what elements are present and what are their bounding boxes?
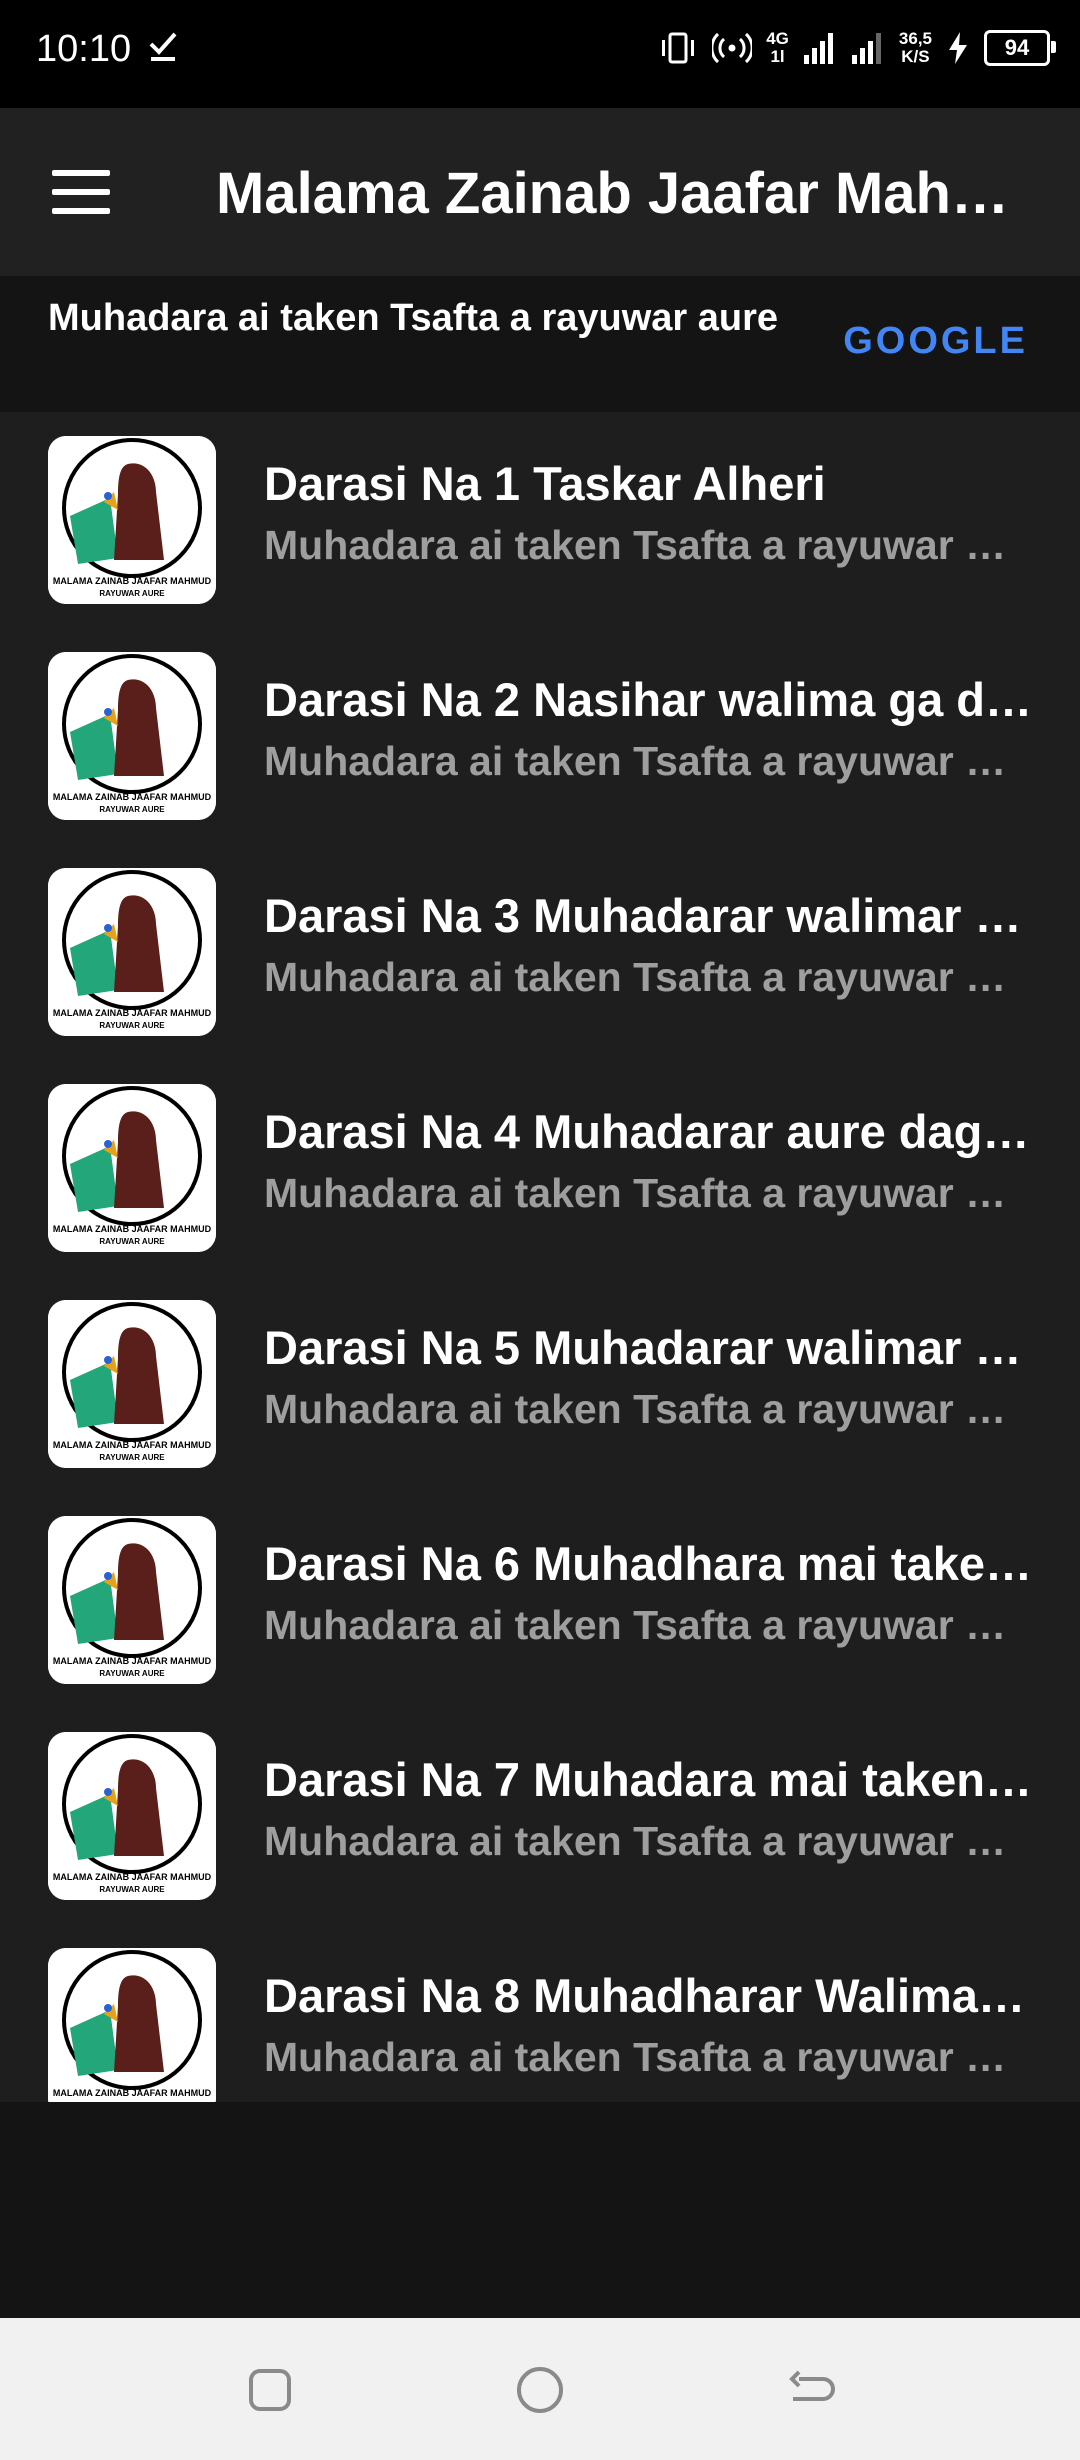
speaker-logo-icon: MALAMA ZAINAB JAAFAR MAHMUD RAYUWAR AURE xyxy=(48,1300,216,1468)
square-icon[interactable] xyxy=(240,2360,300,2420)
data-speed: 36,5 xyxy=(898,29,932,48)
list-item[interactable]: MALAMA ZAINAB JAAFAR MAHMUDRAYUWAR AURE D… xyxy=(0,1924,1080,2102)
lecture-thumbnail: MALAMA ZAINAB JAAFAR MAHMUD RAYUWAR AURE xyxy=(48,1732,216,1900)
list-item[interactable]: MALAMA ZAINAB JAAFAR MAHMUD RAYUWAR AURE D… xyxy=(0,1276,1080,1492)
speaker-logo-icon: MALAMA ZAINAB JAAFAR MAHMUD RAYUWAR AURE xyxy=(48,1516,216,1684)
list-item-subtitle: Muhadara ai taken Tsafta a rayuwar aure xyxy=(264,2034,1024,2080)
list-item-title: Darasi Na 2 Nasihar walima ga daliban xyxy=(264,673,1034,726)
lecture-thumbnail: MALAMA ZAINAB JAAFAR MAHMUDRAYUWAR AURE xyxy=(48,1948,216,2102)
lecture-thumbnail: MALAMA ZAINAB JAAFAR MAHMUD RAYUWAR AURE xyxy=(48,868,216,1036)
speaker-logo-icon: MALAMA ZAINAB JAAFAR MAHMUD RAYUWAR AURE xyxy=(48,1732,216,1900)
circle-icon[interactable] xyxy=(510,2360,570,2420)
lecture-thumbnail: MALAMA ZAINAB JAAFAR MAHMUD RAYUWAR AURE xyxy=(48,652,216,820)
ad-banner[interactable]: Muhadara ai taken Tsafta a rayuwar aure … xyxy=(0,276,1080,412)
ad-google-link[interactable]: GOOGLE xyxy=(843,320,1028,363)
list-item-title: Darasi Na 3 Muhadarar walimar aure xyxy=(264,889,1034,942)
list-item-subtitle: Muhadara ai taken Tsafta a rayuwar aure xyxy=(264,738,1024,784)
signal-strength-2-icon xyxy=(851,33,881,64)
thumb-caption-1: MALAMA ZAINAB JAAFAR MAHMUD xyxy=(53,576,212,586)
list-item[interactable]: MALAMA ZAINAB JAAFAR MAHMUD RAYUWAR AURE D… xyxy=(0,1708,1080,1924)
charging-icon xyxy=(949,32,967,64)
thumb-caption-1: MALAMA ZAINAB JAAFAR MAHMUD xyxy=(53,1440,212,1450)
empty-area xyxy=(0,2102,1080,2318)
vibrate-icon xyxy=(662,32,695,64)
speaker-logo-icon: MALAMA ZAINAB JAAFAR MAHMUD RAYUWAR AURE xyxy=(48,1084,216,1252)
thumb-caption-1: MALAMA ZAINAB JAAFAR MAHMUD xyxy=(53,1656,212,1666)
list-item-title: Darasi Na 1 Taskar Alheri xyxy=(264,457,826,510)
thumb-caption-1: MALAMA ZAINAB JAAFAR MAHMUD xyxy=(53,2088,212,2098)
list-item-subtitle: Muhadara ai taken Tsafta a rayuwar aure xyxy=(264,1170,1024,1216)
battery-level: 94 xyxy=(1004,35,1030,60)
list-item[interactable]: MALAMA ZAINAB JAAFAR MAHMUD RAYUWAR AURE D… xyxy=(0,844,1080,1060)
list-item-title: Darasi Na 4 Muhadarar aure daga Malama xyxy=(264,1105,1034,1158)
data-speed-unit: K/S xyxy=(901,47,930,66)
list-item-title: Darasi Na 5 Muhadarar walimar aure xyxy=(264,1321,1034,1374)
thumb-caption-2: RAYUWAR AURE xyxy=(99,805,165,814)
list-item[interactable]: MALAMA ZAINAB JAAFAR MAHMUD RAYUWAR AURE D… xyxy=(0,412,1080,628)
system-nav-bar xyxy=(0,2318,1080,2460)
thumb-caption-1: MALAMA ZAINAB JAAFAR MAHMUD xyxy=(53,1872,212,1882)
list-item-subtitle: Muhadara ai taken Tsafta a rayuwar aure xyxy=(264,954,1024,1000)
speaker-logo-icon: MALAMA ZAINAB JAAFAR MAHMUD RAYUWAR AURE xyxy=(48,868,216,1036)
thumb-caption-1: MALAMA ZAINAB JAAFAR MAHMUD xyxy=(53,1008,212,1018)
ad-text: Muhadara ai taken Tsafta a rayuwar aure xyxy=(48,297,779,339)
speaker-logo-icon: MALAMA ZAINAB JAAFAR MAHMUDRAYUWAR AURE xyxy=(48,1948,216,2102)
speaker-logo-icon: MALAMA ZAINAB JAAFAR MAHMUD RAYUWAR AURE xyxy=(48,652,216,820)
network-type: 4G xyxy=(766,29,789,48)
list-item[interactable]: MALAMA ZAINAB JAAFAR MAHMUD RAYUWAR AURE D… xyxy=(0,628,1080,844)
list-item[interactable]: MALAMA ZAINAB JAAFAR MAHMUD RAYUWAR AURE D… xyxy=(0,1492,1080,1708)
list-item-subtitle: Muhadara ai taken Tsafta a rayuwar aure xyxy=(264,1386,1024,1432)
lecture-thumbnail: MALAMA ZAINAB JAAFAR MAHMUD RAYUWAR AURE xyxy=(48,1300,216,1468)
list-item-title: Darasi Na 8 Muhadharar Walimar aure xyxy=(264,1969,1034,2022)
list-item[interactable]: MALAMA ZAINAB JAAFAR MAHMUD RAYUWAR AURE D… xyxy=(0,1060,1080,1276)
list-item-subtitle: Muhadara ai taken Tsafta a rayuwar aure xyxy=(264,1602,1024,1648)
thumb-caption-2: RAYUWAR AURE xyxy=(99,1453,165,1462)
status-bar: 10:10 4G 1l 36,5 K/S 94 xyxy=(0,0,1080,108)
list-item-title: Darasi Na 7 Muhadara mai taken aure xyxy=(264,1753,1034,1806)
hamburger-menu-icon[interactable] xyxy=(52,170,110,214)
lecture-thumbnail: MALAMA ZAINAB JAAFAR MAHMUD RAYUWAR AURE xyxy=(48,436,216,604)
app-bar: Malama Zainab Jaafar Mahmud xyxy=(0,108,1080,276)
thumb-caption-2: RAYUWAR AURE xyxy=(99,589,165,598)
list-item-subtitle: Muhadara ai taken Tsafta a rayuwar aure xyxy=(264,1818,1024,1864)
lecture-thumbnail: MALAMA ZAINAB JAAFAR MAHMUD RAYUWAR AURE xyxy=(48,1084,216,1252)
battery-icon: 94 xyxy=(984,30,1056,66)
check-icon xyxy=(149,32,177,61)
thumb-caption-2: RAYUWAR AURE xyxy=(99,1885,165,1894)
thumb-caption-2: RAYUWAR AURE xyxy=(99,1021,165,1030)
network-sub: 1l xyxy=(770,47,785,66)
list-item-subtitle: Muhadara ai taken Tsafta a rayuwar aure xyxy=(264,522,1024,568)
thumb-caption-1: MALAMA ZAINAB JAAFAR MAHMUD xyxy=(53,1224,212,1234)
lecture-thumbnail: MALAMA ZAINAB JAAFAR MAHMUD RAYUWAR AURE xyxy=(48,1516,216,1684)
back-arrow-icon[interactable] xyxy=(780,2360,840,2420)
thumb-caption-2: RAYUWAR AURE xyxy=(99,1237,165,1246)
hotspot-icon xyxy=(712,32,753,64)
signal-strength-icon xyxy=(803,33,833,64)
thumb-caption-1: MALAMA ZAINAB JAAFAR MAHMUD xyxy=(53,792,212,802)
thumb-caption-2: RAYUWAR AURE xyxy=(99,1669,165,1678)
lecture-list[interactable]: MALAMA ZAINAB JAAFAR MAHMUD RAYUWAR AURE D… xyxy=(0,412,1080,2102)
list-item-title: Darasi Na 6 Muhadhara mai taken aure xyxy=(264,1537,1034,1590)
status-time: 10:10 xyxy=(36,28,132,70)
page-title: Malama Zainab Jaafar Mahmud xyxy=(216,161,1026,226)
speaker-logo-icon: MALAMA ZAINAB JAAFAR MAHMUD RAYUWAR AURE xyxy=(48,436,216,604)
